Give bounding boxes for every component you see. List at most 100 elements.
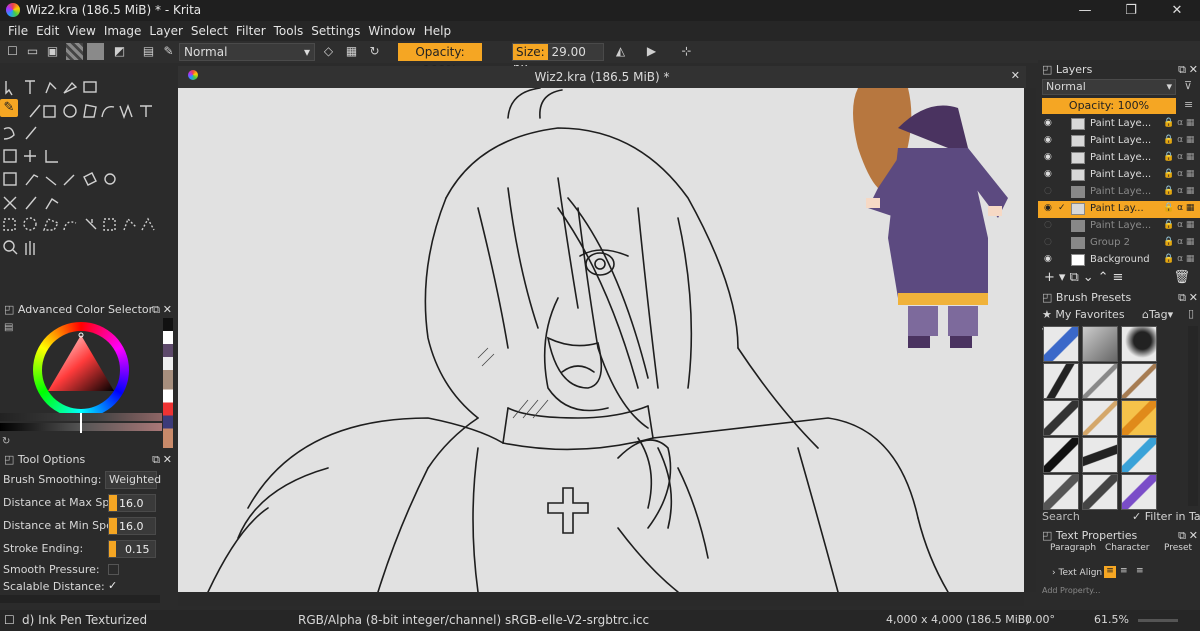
pattern-icon[interactable] [87, 43, 104, 60]
blend-mode-select[interactable]: Normal ▾ [179, 43, 315, 61]
tab-character[interactable]: Character [1105, 543, 1149, 553]
layer-props-icon[interactable]: 🔒 α ▦ [1163, 118, 1194, 128]
brush-preset-tile[interactable] [1121, 363, 1157, 399]
close-docker-icon[interactable]: ✕ [1189, 62, 1198, 78]
layer-blend-select[interactable]: Normal ▾ [1042, 79, 1176, 95]
scalable-distance-checkbox[interactable]: ✓ [108, 579, 117, 592]
refresh-icon[interactable]: ↻ [2, 436, 10, 447]
new-document-icon[interactable]: ☐ [4, 43, 21, 60]
layer-menu-icon[interactable]: ≡ [1184, 98, 1193, 111]
visibility-eye-icon[interactable]: ○ [1044, 237, 1052, 247]
layer-row-active[interactable]: ◉ ✓ Paint Lay... 🔒 α ▦ [1038, 201, 1200, 218]
brush-preset-tile[interactable] [1082, 474, 1118, 510]
layer-row[interactable]: ○ Paint Laye... 🔒 α ▦ [1038, 184, 1200, 201]
opacity-slider[interactable]: Opacity: 100% [398, 43, 482, 77]
align-left-icon[interactable]: ≡ [1104, 566, 1116, 578]
brush-preset-tile[interactable] [1082, 400, 1118, 436]
brush-preset-tile[interactable] [1043, 400, 1079, 436]
color-history-strip[interactable] [163, 318, 173, 448]
close-document-icon[interactable]: ✕ [1011, 69, 1020, 82]
menu-settings[interactable]: Settings [307, 24, 364, 38]
visibility-eye-icon[interactable]: ○ [1044, 220, 1052, 230]
horizontal-scrollbar[interactable] [178, 592, 1024, 606]
visibility-eye-icon[interactable]: ◉ [1044, 118, 1052, 128]
brush-preset-tile[interactable] [1082, 326, 1118, 362]
reload-preset-icon[interactable]: ↻ [366, 43, 383, 60]
wrap-around-icon[interactable]: ⊹ [678, 43, 695, 60]
brush-scrollbar[interactable] [1188, 326, 1198, 506]
maximize-icon[interactable]: ❐ [1108, 0, 1154, 21]
open-document-icon[interactable]: ▭ [24, 43, 41, 60]
menu-help[interactable]: Help [420, 24, 455, 38]
menu-image[interactable]: Image [100, 24, 146, 38]
delete-layer-icon[interactable]: 🗑 [1173, 270, 1194, 285]
brush-preview-icon[interactable]: ✎ [160, 43, 177, 60]
distance-min-slider[interactable]: 16.0 [108, 517, 156, 535]
add-property-input[interactable]: Add Property... [1042, 586, 1162, 600]
layer-props-icon[interactable]: 🔒 α ▦ [1163, 203, 1194, 213]
brush-preset-tile[interactable] [1043, 437, 1079, 473]
visibility-eye-icon[interactable]: ◉ [1044, 254, 1052, 264]
tool-options-scrollbar[interactable] [0, 595, 160, 603]
menu-window[interactable]: Window [364, 24, 419, 38]
alpha-lock-icon[interactable]: ▦ [343, 43, 360, 60]
layer-row[interactable]: ◉ Paint Laye... 🔒 α ▦ [1038, 116, 1200, 133]
duplicate-layer-icon[interactable]: ⧉ [1069, 270, 1082, 285]
layer-row[interactable]: ◉ Paint Laye... 🔒 α ▦ [1038, 133, 1200, 150]
drawing-canvas[interactable] [178, 88, 1024, 592]
brush-preset-tile[interactable] [1082, 437, 1118, 473]
add-layer-icon[interactable]: + [1044, 270, 1059, 285]
layer-row-group[interactable]: ○ Group 2 🔒 α ▦ [1038, 235, 1200, 252]
layer-props-icon[interactable]: 🔒 α ▦ [1163, 237, 1194, 247]
layer-props-icon[interactable]: 🔒 α ▦ [1163, 152, 1194, 162]
rotation-value[interactable]: 0.00° [1025, 613, 1055, 626]
distance-max-slider[interactable]: 16.0 [108, 494, 156, 512]
brush-preset-tile[interactable] [1121, 437, 1157, 473]
current-brush-name[interactable]: d) Ink Pen Texturized [22, 613, 147, 627]
align-right-icon[interactable]: ≡ [1136, 566, 1144, 576]
visibility-eye-icon[interactable]: ◉ [1044, 135, 1052, 145]
sv-triangle[interactable] [42, 331, 120, 409]
layer-row[interactable]: ◉ Paint Laye... 🔒 α ▦ [1038, 150, 1200, 167]
eraser-icon[interactable]: ◇ [320, 43, 337, 60]
layer-row-background[interactable]: ◉ Background 🔒 α ▦ [1038, 252, 1200, 269]
layer-props-icon[interactable]: 🔒 α ▦ [1163, 186, 1194, 196]
mirror-vertical-icon[interactable]: ▶ [643, 43, 660, 60]
color-settings-icon[interactable]: ▤ [4, 322, 13, 333]
brush-preset-tile[interactable] [1121, 326, 1157, 362]
close-window-icon[interactable]: ✕ [1154, 0, 1200, 21]
layer-row[interactable]: ◉ Paint Laye... 🔒 α ▦ [1038, 167, 1200, 184]
filter-icon[interactable]: ⊽ [1184, 79, 1192, 92]
fill-icon[interactable]: ▤ [140, 43, 157, 60]
gradient-icon[interactable] [66, 43, 83, 60]
menu-view[interactable]: View [63, 24, 99, 38]
visibility-eye-icon[interactable]: ◉ [1044, 203, 1052, 213]
menu-file[interactable]: File [4, 24, 32, 38]
menu-edit[interactable]: Edit [32, 24, 63, 38]
tab-paragraph[interactable]: Paragraph [1050, 543, 1096, 553]
menu-filter[interactable]: Filter [232, 24, 270, 38]
view-mode-icon[interactable]: ▯ [1188, 307, 1194, 320]
size-slider[interactable]: Size: 29.00 px [512, 43, 604, 75]
visibility-eye-icon[interactable]: ○ [1044, 186, 1052, 196]
zoom-slider[interactable] [1138, 619, 1178, 622]
brush-preset-tile[interactable] [1043, 474, 1079, 510]
minimize-icon[interactable]: — [1062, 0, 1108, 21]
tag-filter-select[interactable]: ★ My Favorites ▾ [1042, 307, 1132, 337]
align-center-icon[interactable]: ≡ [1120, 566, 1128, 576]
float-docker-icon[interactable]: ⧉ [1178, 62, 1186, 78]
brush-preset-tile[interactable] [1121, 474, 1157, 510]
tag-button[interactable]: ⌂Tag▾ [1142, 307, 1178, 323]
brush-search-input[interactable]: Search [1042, 510, 1128, 524]
visibility-eye-icon[interactable]: ◉ [1044, 152, 1052, 162]
move-up-icon[interactable]: ⌃ [1098, 270, 1113, 285]
brush-preset-tile-selected[interactable] [1121, 400, 1157, 436]
layer-props-icon[interactable]: ≡ [1113, 270, 1128, 285]
layer-opacity-slider[interactable]: Opacity: 100% [1042, 98, 1176, 114]
tab-preset[interactable]: Preset [1164, 543, 1192, 553]
brush-preset-tile[interactable] [1082, 363, 1118, 399]
menu-select[interactable]: Select [187, 24, 232, 38]
filter-in-tag-checkbox[interactable]: ✓ Filter in Tag [1132, 510, 1200, 524]
vertical-scrollbar[interactable] [1024, 88, 1036, 592]
move-down-icon[interactable]: ⌄ [1083, 270, 1098, 285]
